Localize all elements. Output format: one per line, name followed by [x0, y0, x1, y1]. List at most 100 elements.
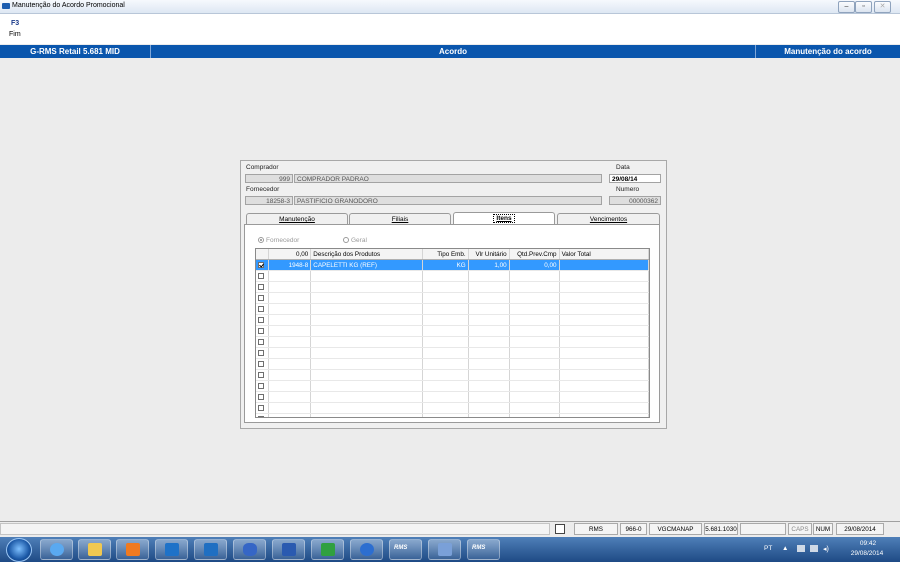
- row-checkbox[interactable]: [258, 382, 264, 389]
- table-cell: [310, 281, 423, 293]
- row-checkbox-cell[interactable]: [256, 314, 270, 326]
- media-icon: [126, 543, 140, 556]
- header-screen-name: Manutenção do acordo: [784, 47, 872, 56]
- clock-date[interactable]: 29/08/2014: [845, 550, 889, 557]
- row-checkbox-cell[interactable]: [256, 380, 270, 392]
- table-row[interactable]: 1948-8 CAPELETTI KG (REF) KG 1,00 0,00: [256, 259, 649, 271]
- table-cell: [559, 303, 649, 315]
- table-row[interactable]: [256, 314, 649, 326]
- row-checkbox-cell[interactable]: [256, 391, 270, 403]
- table-cell: [559, 336, 649, 348]
- table-cell: [559, 347, 649, 359]
- lync-taskbar-button[interactable]: [194, 539, 227, 560]
- table-row[interactable]: [256, 325, 649, 337]
- row-checkbox[interactable]: [258, 305, 264, 312]
- tool-taskbar-button[interactable]: [311, 539, 344, 560]
- tool2-taskbar-button[interactable]: [428, 539, 461, 560]
- row-checkbox[interactable]: [258, 404, 264, 411]
- app-taskbar-button[interactable]: [233, 539, 266, 560]
- table-cell: [268, 292, 312, 304]
- table-row[interactable]: [256, 380, 649, 392]
- radio-geral[interactable]: Geral: [343, 237, 367, 244]
- flag-icon[interactable]: [797, 545, 805, 552]
- table-cell: [422, 402, 469, 414]
- row-checkbox[interactable]: [258, 415, 264, 417]
- table-row[interactable]: [256, 369, 649, 381]
- table-row[interactable]: [256, 336, 649, 348]
- column-header-qtd-prev: Qtd.Prev.Cmp: [509, 249, 560, 260]
- outlook-taskbar-button[interactable]: [155, 539, 188, 560]
- row-checkbox-cell[interactable]: [256, 270, 270, 282]
- ie-taskbar-button[interactable]: [40, 539, 73, 560]
- table-row[interactable]: [256, 281, 649, 293]
- table-cell: [268, 413, 312, 417]
- table-row[interactable]: [256, 292, 649, 304]
- row-checkbox[interactable]: [258, 371, 264, 378]
- comprador-code-field[interactable]: 999: [245, 174, 293, 183]
- app2-taskbar-button[interactable]: [350, 539, 383, 560]
- table-cell: [559, 380, 649, 392]
- table-cell: [559, 325, 649, 337]
- maximize-button[interactable]: ▫: [855, 1, 872, 13]
- table-row[interactable]: [256, 270, 649, 282]
- table-cell: [268, 325, 312, 337]
- table-cell: [468, 347, 510, 359]
- table-cell: [422, 358, 469, 370]
- language-indicator[interactable]: PT: [764, 545, 772, 552]
- row-checkbox[interactable]: [258, 393, 264, 400]
- table-row[interactable]: [256, 358, 649, 370]
- table-row[interactable]: [256, 347, 649, 359]
- items-table: 0,00 Descrição dos Produtos Tipo Emb. Vl…: [256, 249, 649, 417]
- items-grid[interactable]: 0,00 Descrição dos Produtos Tipo Emb. Vl…: [255, 248, 650, 418]
- row-checkbox[interactable]: [258, 338, 264, 345]
- table-cell: [422, 270, 469, 282]
- row-checkbox[interactable]: [258, 283, 264, 290]
- row-checkbox-cell[interactable]: [256, 336, 270, 348]
- row-checkbox-cell[interactable]: [256, 402, 270, 414]
- row-checkbox-cell[interactable]: [256, 347, 270, 359]
- row-checkbox-cell[interactable]: [256, 413, 270, 417]
- row-checkbox[interactable]: [258, 261, 264, 268]
- radio-fornecedor[interactable]: Fornecedor: [258, 237, 299, 244]
- clock-time[interactable]: 09:42: [848, 540, 888, 547]
- row-checkbox-cell[interactable]: [256, 281, 270, 293]
- row-checkbox-cell[interactable]: [256, 292, 270, 304]
- tab-label: Vencimentos: [589, 216, 628, 223]
- minimize-button[interactable]: –: [838, 1, 855, 13]
- row-checkbox-cell[interactable]: [256, 358, 270, 370]
- table-row[interactable]: [256, 303, 649, 315]
- row-checkbox[interactable]: [258, 349, 264, 356]
- word-taskbar-button[interactable]: [272, 539, 305, 560]
- row-checkbox-cell[interactable]: [256, 303, 270, 315]
- table-cell: [310, 347, 423, 359]
- explorer-taskbar-button[interactable]: [78, 539, 111, 560]
- table-row[interactable]: [256, 391, 649, 403]
- close-button[interactable]: ✕: [874, 1, 891, 13]
- app-icon: [243, 543, 257, 556]
- fornecedor-code-field[interactable]: 18258-3: [245, 196, 293, 205]
- volume-icon[interactable]: ◂): [823, 545, 829, 553]
- row-checkbox-cell[interactable]: [256, 259, 270, 271]
- rms-taskbar-button-1[interactable]: RMS: [389, 539, 422, 560]
- tray-arrow-icon[interactable]: ▲: [782, 545, 788, 552]
- app2-icon: [360, 543, 374, 556]
- table-row[interactable]: [256, 402, 649, 414]
- data-field[interactable]: 29/08/14: [609, 174, 661, 183]
- f3-key-label[interactable]: F3: [11, 20, 19, 27]
- media-taskbar-button[interactable]: [116, 539, 149, 560]
- row-checkbox[interactable]: [258, 327, 264, 334]
- network-icon[interactable]: [810, 545, 818, 552]
- fim-button[interactable]: Fim: [9, 31, 21, 38]
- rms-taskbar-button-2[interactable]: RMS: [467, 539, 500, 560]
- start-button-icon[interactable]: [6, 538, 32, 562]
- row-checkbox[interactable]: [258, 316, 264, 323]
- tool2-icon: [438, 543, 452, 556]
- table-row[interactable]: [256, 413, 649, 417]
- row-checkbox[interactable]: [258, 294, 264, 301]
- row-checkbox[interactable]: [258, 272, 264, 279]
- row-checkbox[interactable]: [258, 360, 264, 367]
- row-checkbox-cell[interactable]: [256, 369, 270, 381]
- row-checkbox-cell[interactable]: [256, 325, 270, 337]
- table-cell: [468, 325, 510, 337]
- table-cell: [268, 303, 312, 315]
